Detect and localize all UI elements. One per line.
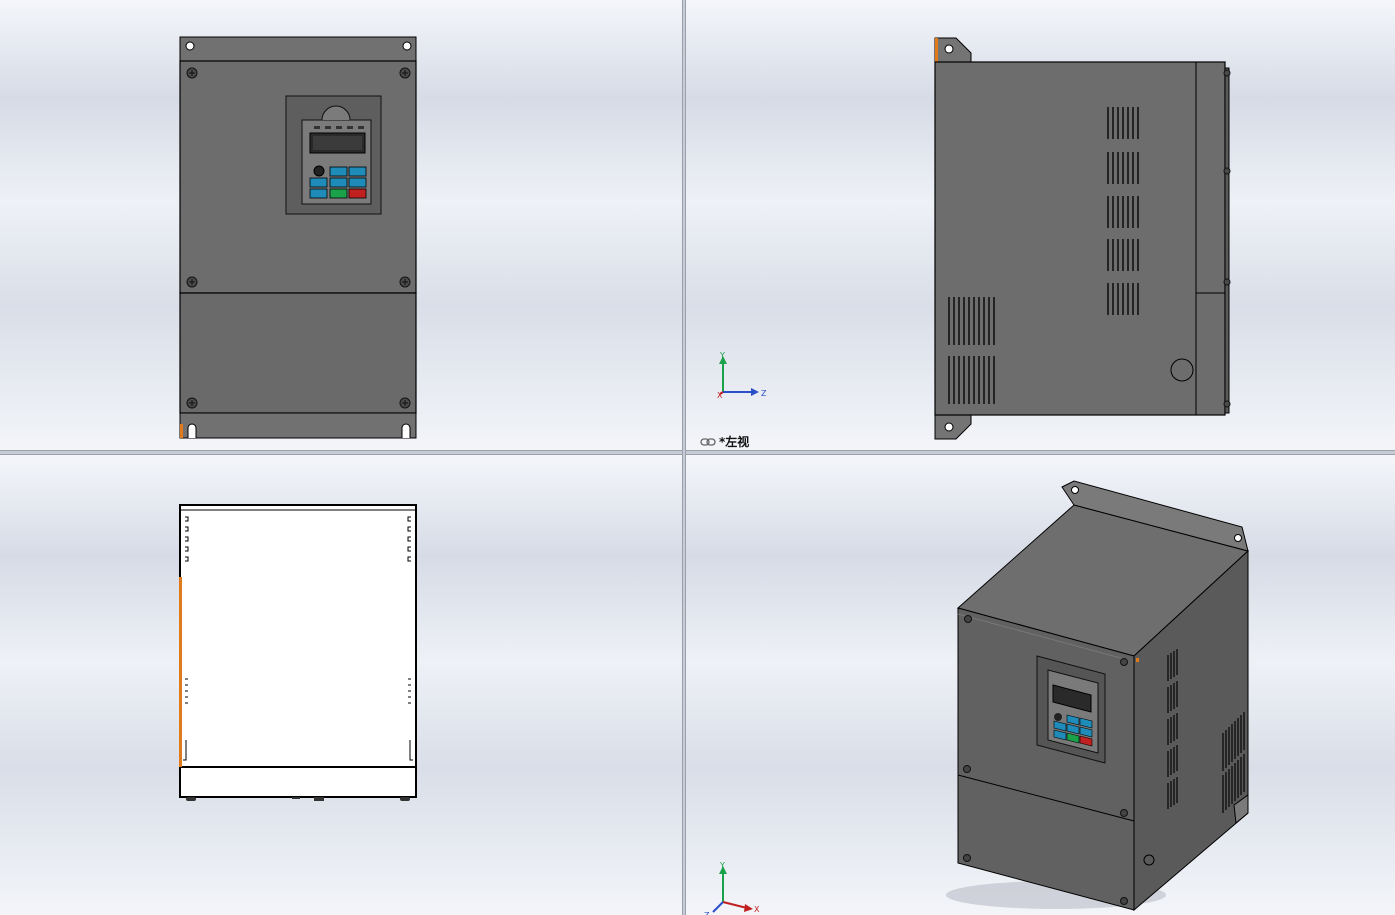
viewport-front[interactable] — [0, 0, 682, 450]
vertical-splitter[interactable] — [682, 0, 686, 915]
left-view-model — [934, 37, 1231, 440]
axis-triad-icon-iso: Y X Z — [704, 861, 760, 915]
viewport-top[interactable] — [0, 455, 682, 915]
lower-cover — [179, 292, 417, 414]
axis-triad-icon: Y Z X — [717, 351, 767, 400]
view-name: *左视 — [719, 435, 750, 449]
horizontal-splitter[interactable] — [0, 450, 1395, 455]
viewport-iso[interactable]: Y X Z — [686, 455, 1395, 915]
svg-text:Y: Y — [719, 351, 725, 360]
top-bracket — [179, 36, 417, 62]
iso-view-model — [946, 480, 1250, 912]
svg-text:X: X — [717, 391, 723, 400]
svg-text:Y: Y — [719, 861, 725, 870]
svg-text:Z: Z — [704, 911, 710, 915]
view-label: *左视 — [700, 433, 749, 450]
top-outline — [179, 504, 417, 798]
svg-text:X: X — [754, 905, 760, 914]
top-view-model — [179, 504, 417, 801]
viewport-left[interactable]: Y Z X *左视 — [686, 0, 1395, 450]
front-view-model — [179, 36, 417, 439]
svg-text:Z: Z — [761, 389, 767, 398]
link-icon — [700, 437, 716, 446]
